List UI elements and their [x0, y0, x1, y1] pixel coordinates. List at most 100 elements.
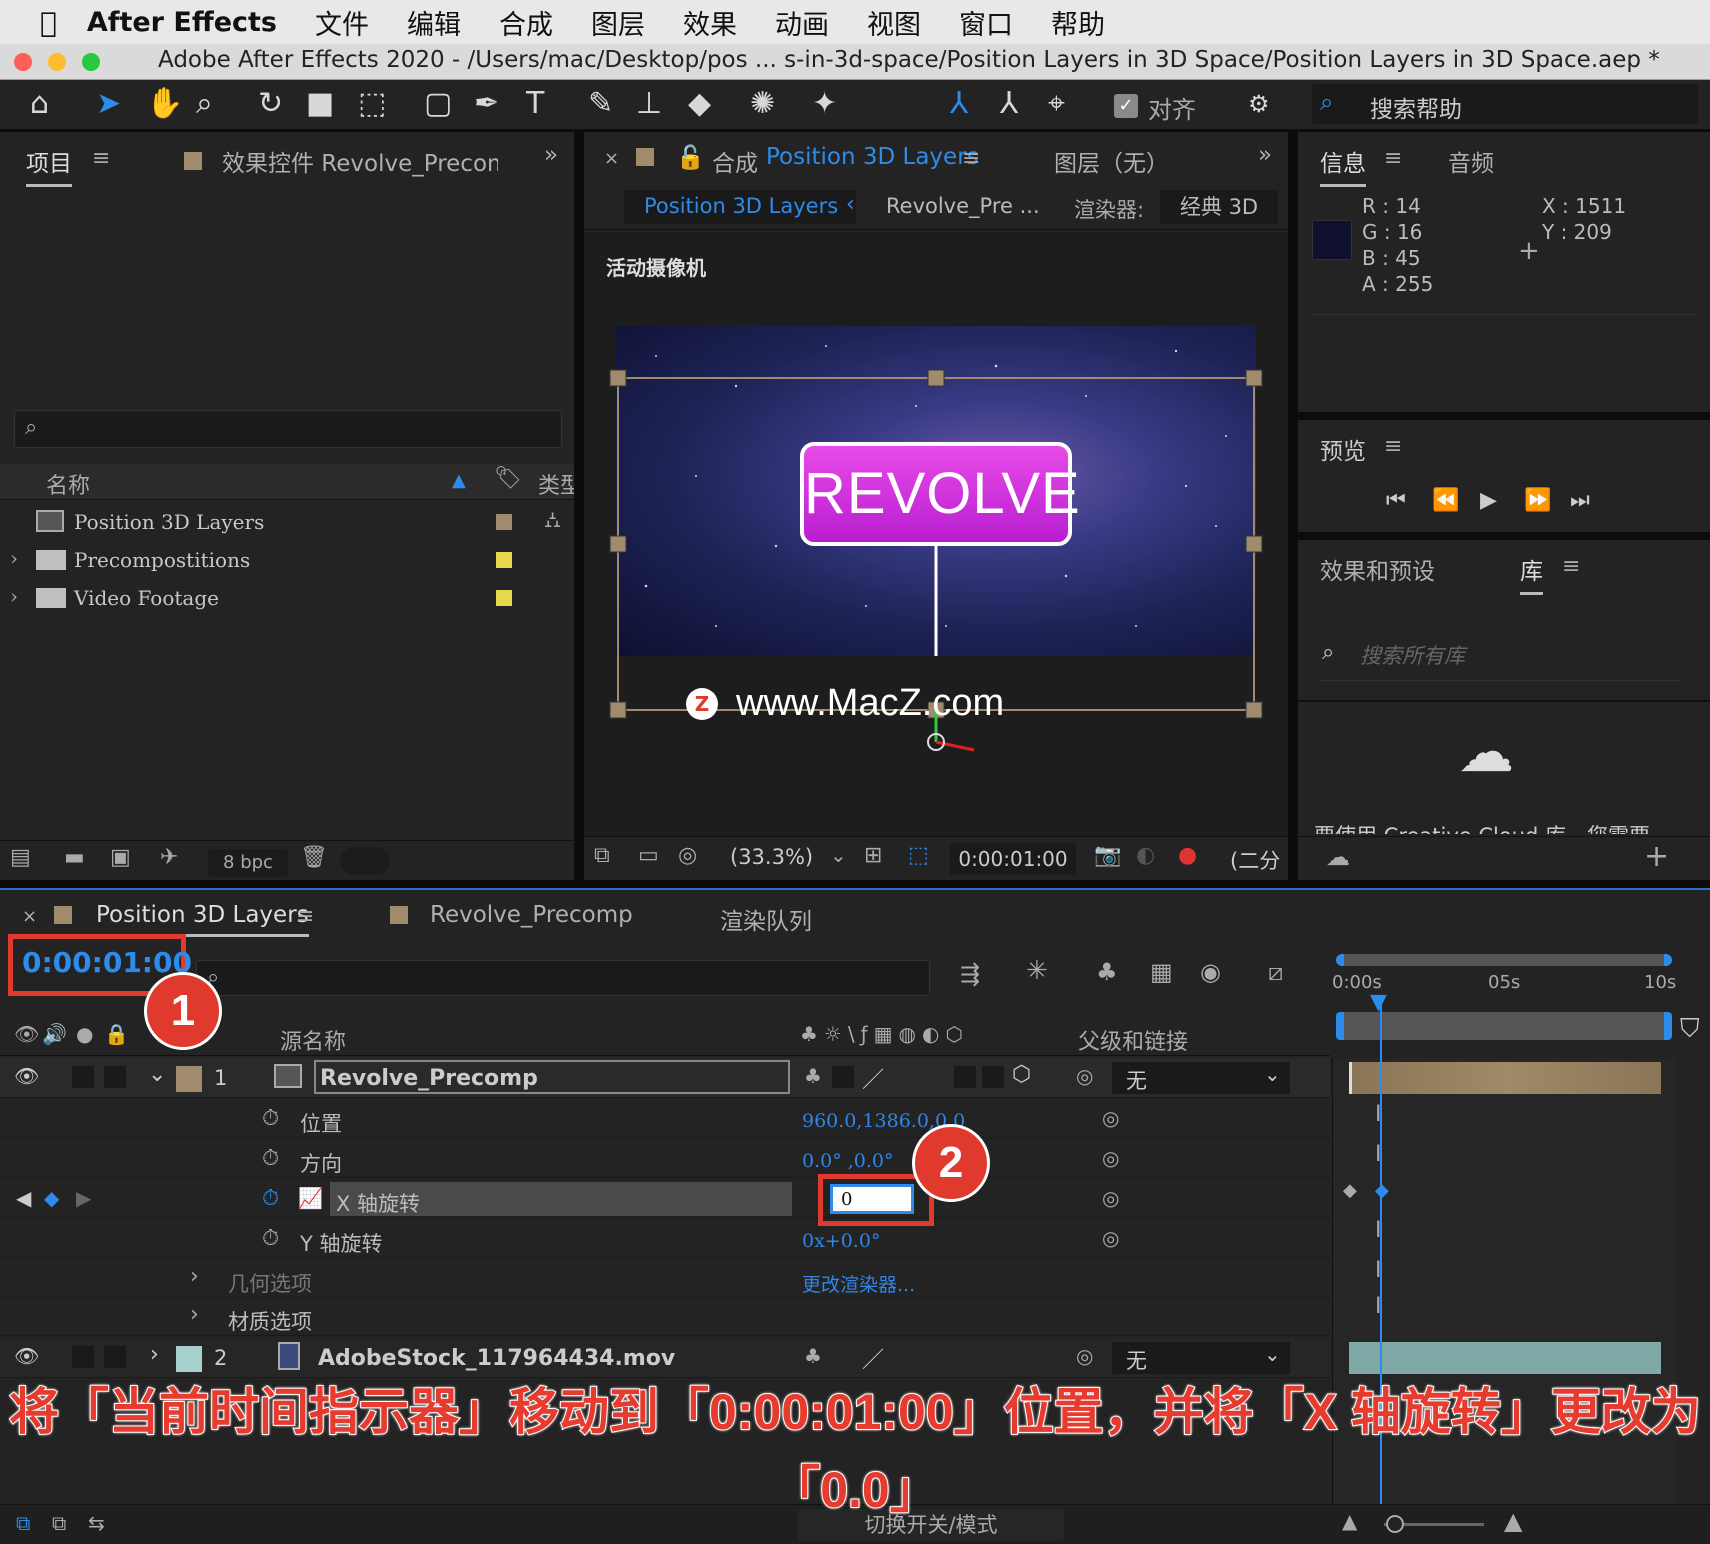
- sort-up-icon[interactable]: ▲: [452, 470, 466, 491]
- property-row-position[interactable]: ⏱ 位置 960.0,1386.0,0.0 ◎: [0, 1100, 1330, 1138]
- close-tab-icon[interactable]: ×: [22, 906, 37, 927]
- expand-arrow-icon[interactable]: ›: [150, 1342, 159, 1367]
- cti-head-icon[interactable]: ▼: [1370, 990, 1387, 1015]
- previous-frame-icon[interactable]: ⏪: [1432, 488, 1459, 513]
- camera-tool-icon[interactable]: ■: [306, 86, 334, 121]
- property-value[interactable]: 0x+0.0°: [802, 1230, 880, 1252]
- timeline-menu-icon[interactable]: ≡: [296, 904, 314, 929]
- mask-visibility-icon[interactable]: ⬚: [908, 843, 929, 868]
- last-frame-icon[interactable]: ⏭: [1570, 488, 1590, 513]
- work-area-bar[interactable]: [1336, 954, 1672, 966]
- stopwatch-icon[interactable]: ⏱: [262, 1106, 279, 1131]
- expand-arrow-icon[interactable]: ›: [10, 546, 18, 570]
- resolution-dropdown[interactable]: (二分: [1230, 845, 1286, 875]
- layer-2-duration-bar[interactable]: [1349, 1342, 1661, 1374]
- search-help-field[interactable]: ⌕ 搜索帮助: [1312, 84, 1698, 124]
- layer-name[interactable]: AdobeStock_117964434.mov: [318, 1346, 675, 1371]
- pick-whip-icon[interactable]: ◎: [1076, 1064, 1093, 1088]
- shy-layers-icon[interactable]: ♣: [1096, 958, 1118, 986]
- world-axis-icon[interactable]: ⅄: [1000, 86, 1018, 121]
- pick-whip-icon[interactable]: ◎: [1102, 1186, 1119, 1210]
- delete-icon[interactable]: 🗑: [300, 845, 328, 870]
- solo-box[interactable]: [72, 1346, 94, 1368]
- navigator-bar[interactable]: [1336, 1012, 1672, 1040]
- comp-marker-icon[interactable]: ⛉: [1680, 1014, 1700, 1045]
- project-search-input[interactable]: ⌕: [14, 410, 562, 448]
- chevron-down-icon[interactable]: ⌄: [1264, 1062, 1281, 1086]
- menu-effect[interactable]: 效果: [683, 3, 737, 42]
- zoom-dropdown[interactable]: (33.3%): [730, 845, 813, 869]
- close-window-button[interactable]: [14, 53, 32, 71]
- collapse-switch-box[interactable]: [832, 1066, 854, 1088]
- bpc-button[interactable]: 8 bpc: [208, 849, 288, 877]
- property-row-geometry[interactable]: › 几何选项 更改渲染器...: [0, 1260, 1330, 1298]
- comp-canvas[interactable]: REVOLVE: [616, 326, 1256, 656]
- graph-icon[interactable]: 📈: [298, 1186, 323, 1210]
- chevron-down-icon[interactable]: ⌄: [830, 843, 847, 867]
- workspace-icon[interactable]: ⚙: [1248, 90, 1270, 118]
- grid-icon[interactable]: ⊞: [864, 843, 882, 868]
- zoom-window-button[interactable]: [82, 53, 100, 71]
- library-menu-icon[interactable]: ≡: [1562, 554, 1580, 579]
- tab-library[interactable]: 库: [1520, 552, 1543, 595]
- flowchart-icon[interactable]: ✈: [160, 845, 178, 870]
- channel-icon[interactable]: ●: [1178, 843, 1197, 868]
- parent-link-header[interactable]: 父级和链接: [1078, 1024, 1188, 1056]
- menu-view[interactable]: 视图: [867, 3, 921, 42]
- expand-arrow-icon[interactable]: ›: [190, 1264, 199, 1289]
- shy-switch-icon[interactable]: ♣: [804, 1064, 822, 1088]
- minimize-window-button[interactable]: [48, 53, 66, 71]
- next-keyframe-icon[interactable]: ▶: [76, 1186, 91, 1210]
- view-axis-icon[interactable]: ⌖: [1048, 86, 1065, 121]
- menu-composition[interactable]: 合成: [499, 3, 553, 42]
- pick-whip-icon[interactable]: ◎: [1102, 1226, 1119, 1250]
- panel-overflow-icon[interactable]: »: [1258, 142, 1272, 168]
- layer-label-color[interactable]: [176, 1066, 202, 1092]
- add-icon[interactable]: +: [1644, 839, 1669, 874]
- property-row-x-rotation[interactable]: ◀ ◆ ▶ ⏱ 📈 X 轴旋转 ◎: [0, 1174, 1330, 1226]
- solo-box[interactable]: [72, 1066, 94, 1088]
- roto-brush-tool-icon[interactable]: ✺: [750, 86, 775, 121]
- visibility-eye-icon[interactable]: 👁: [14, 1064, 39, 1088]
- preview-menu-icon[interactable]: ≡: [1384, 434, 1402, 459]
- label-tag-icon[interactable]: 🏷: [494, 466, 522, 491]
- comp-viewer[interactable]: 活动摄像机 REVOLVE Z www.MacZ.com: [584, 232, 1288, 836]
- snap-checkbox[interactable]: ✓: [1114, 94, 1138, 118]
- show-snapshot-icon[interactable]: ◐: [1136, 843, 1155, 868]
- renderer-dropdown[interactable]: 经典 3D: [1160, 190, 1278, 224]
- breadcrumb-back-icon[interactable]: ‹: [846, 192, 855, 217]
- always-preview-icon[interactable]: ⧉: [594, 843, 610, 868]
- tab-effects-presets[interactable]: 效果和预设: [1320, 552, 1435, 586]
- play-icon[interactable]: ▶: [1480, 488, 1497, 513]
- adjustment-box[interactable]: [982, 1066, 1004, 1088]
- tab-render-queue[interactable]: 渲染队列: [720, 902, 812, 936]
- local-axis-icon[interactable]: ⅄: [950, 86, 968, 121]
- menu-help[interactable]: 帮助: [1051, 3, 1105, 42]
- hand-tool-icon[interactable]: ✋: [146, 86, 183, 121]
- project-item-folder[interactable]: › Video Footage: [0, 580, 574, 616]
- panel-overflow-icon[interactable]: »: [544, 142, 558, 168]
- pick-whip-icon[interactable]: ◎: [1076, 1344, 1093, 1368]
- col-name-header[interactable]: 名称: [46, 468, 90, 500]
- menu-animation[interactable]: 动画: [775, 3, 829, 42]
- breadcrumb-active[interactable]: Position 3D Layers: [624, 190, 856, 224]
- property-row-orientation[interactable]: ⏱ 方向 0.0° ,0.0° ◎: [0, 1140, 1330, 1178]
- current-time-display[interactable]: 0:00:01:00: [22, 946, 192, 979]
- pick-whip-icon[interactable]: ◎: [1102, 1106, 1119, 1130]
- draft-3d-icon[interactable]: ✳: [1026, 956, 1048, 986]
- tab-composition-name[interactable]: Position 3D Layers: [766, 144, 979, 170]
- puppet-pin-tool-icon[interactable]: ✦: [812, 86, 837, 121]
- source-name-header[interactable]: 源名称: [280, 1024, 346, 1056]
- shy-switch-icon[interactable]: ♣: [804, 1344, 822, 1368]
- timeline-search-input[interactable]: ⌕: [196, 960, 930, 996]
- graph-editor-icon[interactable]: ⧄: [1268, 958, 1283, 986]
- zoom-tool-icon[interactable]: ⌕: [196, 86, 213, 121]
- home-icon[interactable]: ⌂: [30, 86, 49, 121]
- tab-revolve-precomp[interactable]: Revolve_Precomp: [430, 902, 633, 928]
- close-tab-icon[interactable]: ×: [604, 148, 619, 169]
- vr-icon[interactable]: ◎: [678, 843, 697, 868]
- monitor-icon[interactable]: ▭: [638, 843, 659, 868]
- tab-layer[interactable]: 图层（无）: [1054, 144, 1169, 178]
- prev-keyframe-icon[interactable]: ◀: [16, 1186, 31, 1210]
- new-folder-icon[interactable]: ▬: [64, 845, 85, 870]
